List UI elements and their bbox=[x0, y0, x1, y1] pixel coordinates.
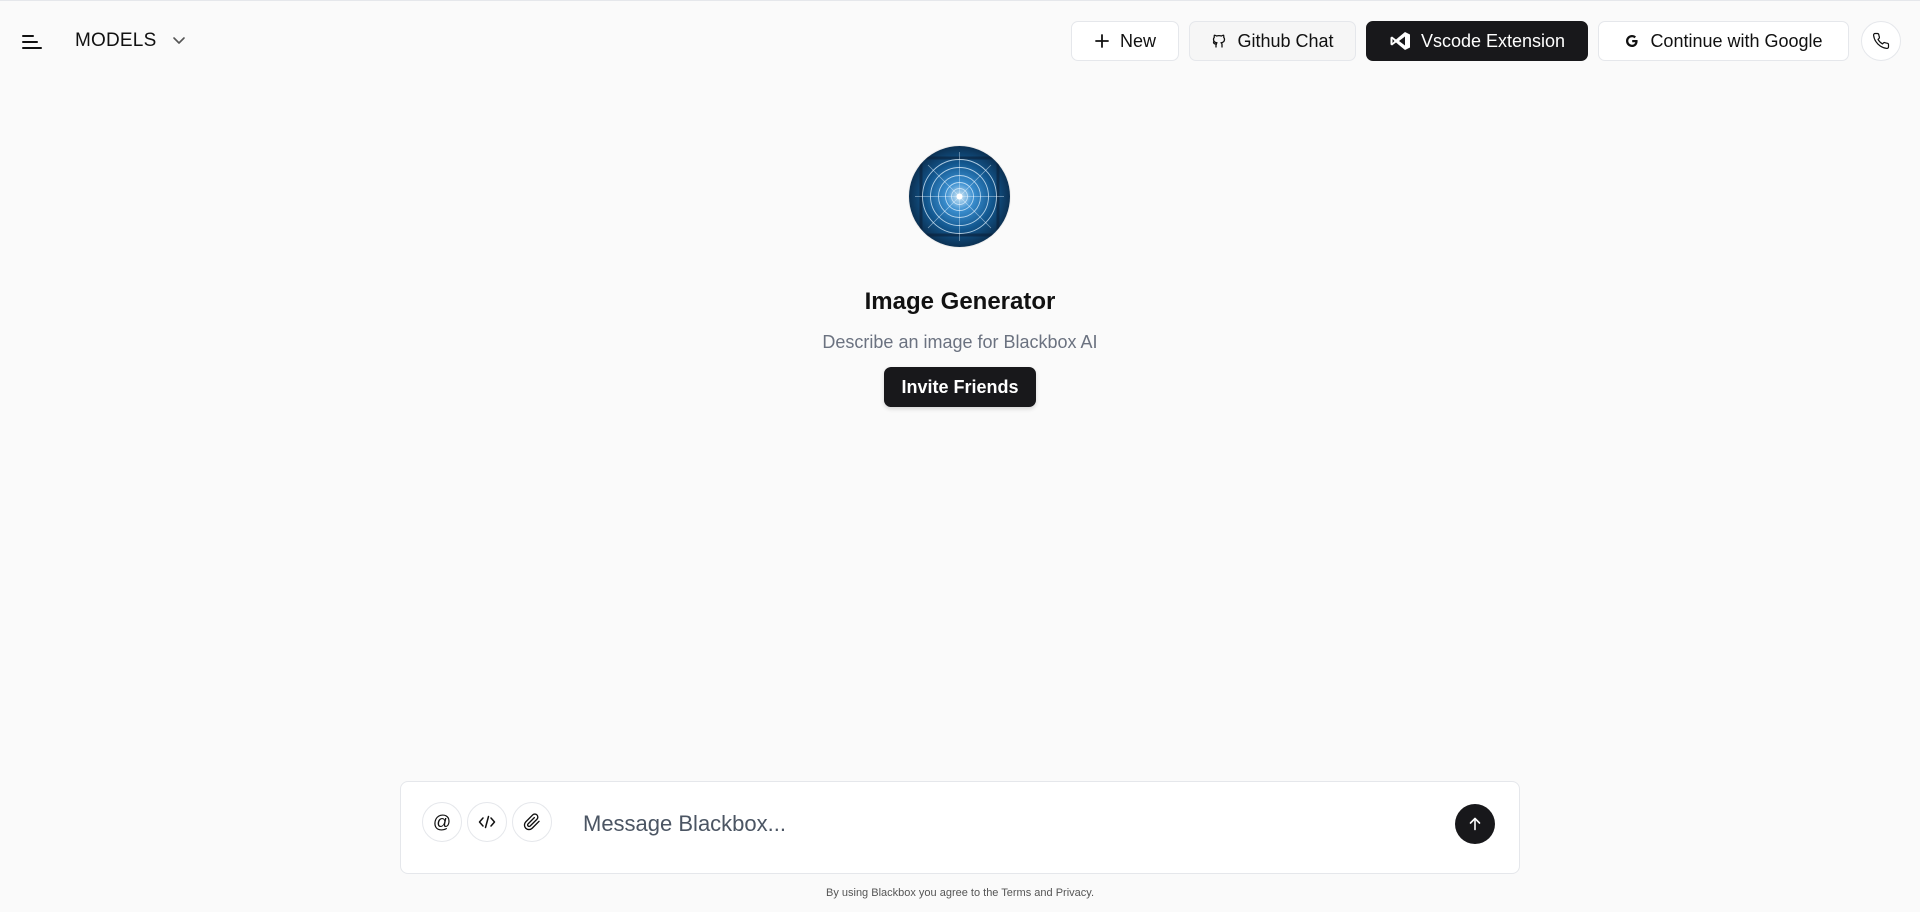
image-generator-avatar-image bbox=[909, 146, 1010, 247]
paperclip-icon bbox=[523, 813, 540, 831]
mention-button[interactable]: @ bbox=[422, 802, 462, 842]
footer-and: and bbox=[1031, 887, 1056, 899]
terms-footer: By using Blackbox you agree to the Terms… bbox=[0, 887, 1920, 899]
github-label: Github Chat bbox=[1237, 30, 1334, 51]
privacy-link[interactable]: Privacy bbox=[1056, 887, 1091, 899]
terms-link[interactable]: Terms bbox=[1001, 887, 1031, 899]
code-button[interactable] bbox=[467, 802, 507, 842]
agent-avatar bbox=[909, 146, 1010, 247]
plus-icon bbox=[1095, 34, 1109, 48]
chevron-down-icon bbox=[173, 37, 186, 44]
message-composer: @ bbox=[400, 781, 1520, 874]
attach-file-button[interactable] bbox=[512, 802, 552, 842]
message-input[interactable] bbox=[581, 804, 1441, 844]
header: MODELS New Github Chat Vscode Extension … bbox=[0, 0, 1920, 82]
vscode-extension-button[interactable]: Vscode Extension bbox=[1366, 21, 1588, 61]
arrow-up-icon bbox=[1469, 817, 1481, 831]
new-label: New bbox=[1119, 30, 1156, 51]
vscode-label: Vscode Extension bbox=[1420, 30, 1566, 51]
github-chat-button[interactable]: Github Chat bbox=[1189, 21, 1356, 61]
footer-prefix: By using Blackbox you agree to the bbox=[825, 887, 1002, 899]
vscode-icon bbox=[1390, 32, 1410, 50]
page-subtitle: Describe an image for Blackbox AI bbox=[822, 332, 1098, 352]
send-button[interactable] bbox=[1455, 804, 1495, 844]
footer-suffix: . bbox=[1090, 887, 1095, 899]
google-icon bbox=[1626, 35, 1639, 47]
models-label: MODELS bbox=[75, 30, 157, 51]
new-chat-button[interactable]: New bbox=[1071, 21, 1179, 61]
call-button[interactable] bbox=[1861, 21, 1901, 61]
menu-icon bbox=[22, 35, 42, 49]
menu-button[interactable] bbox=[18, 28, 46, 56]
page-title: Image Generator bbox=[864, 288, 1056, 315]
google-label: Continue with Google bbox=[1650, 30, 1823, 51]
at-icon: @ bbox=[432, 811, 452, 832]
github-icon bbox=[1213, 34, 1226, 48]
code-icon bbox=[478, 815, 496, 829]
models-dropdown[interactable]: MODELS bbox=[75, 26, 186, 56]
phone-icon bbox=[1872, 32, 1890, 50]
invite-friends-button[interactable]: Invite Friends bbox=[884, 367, 1036, 407]
continue-with-google-button[interactable]: Continue with Google bbox=[1598, 21, 1849, 61]
